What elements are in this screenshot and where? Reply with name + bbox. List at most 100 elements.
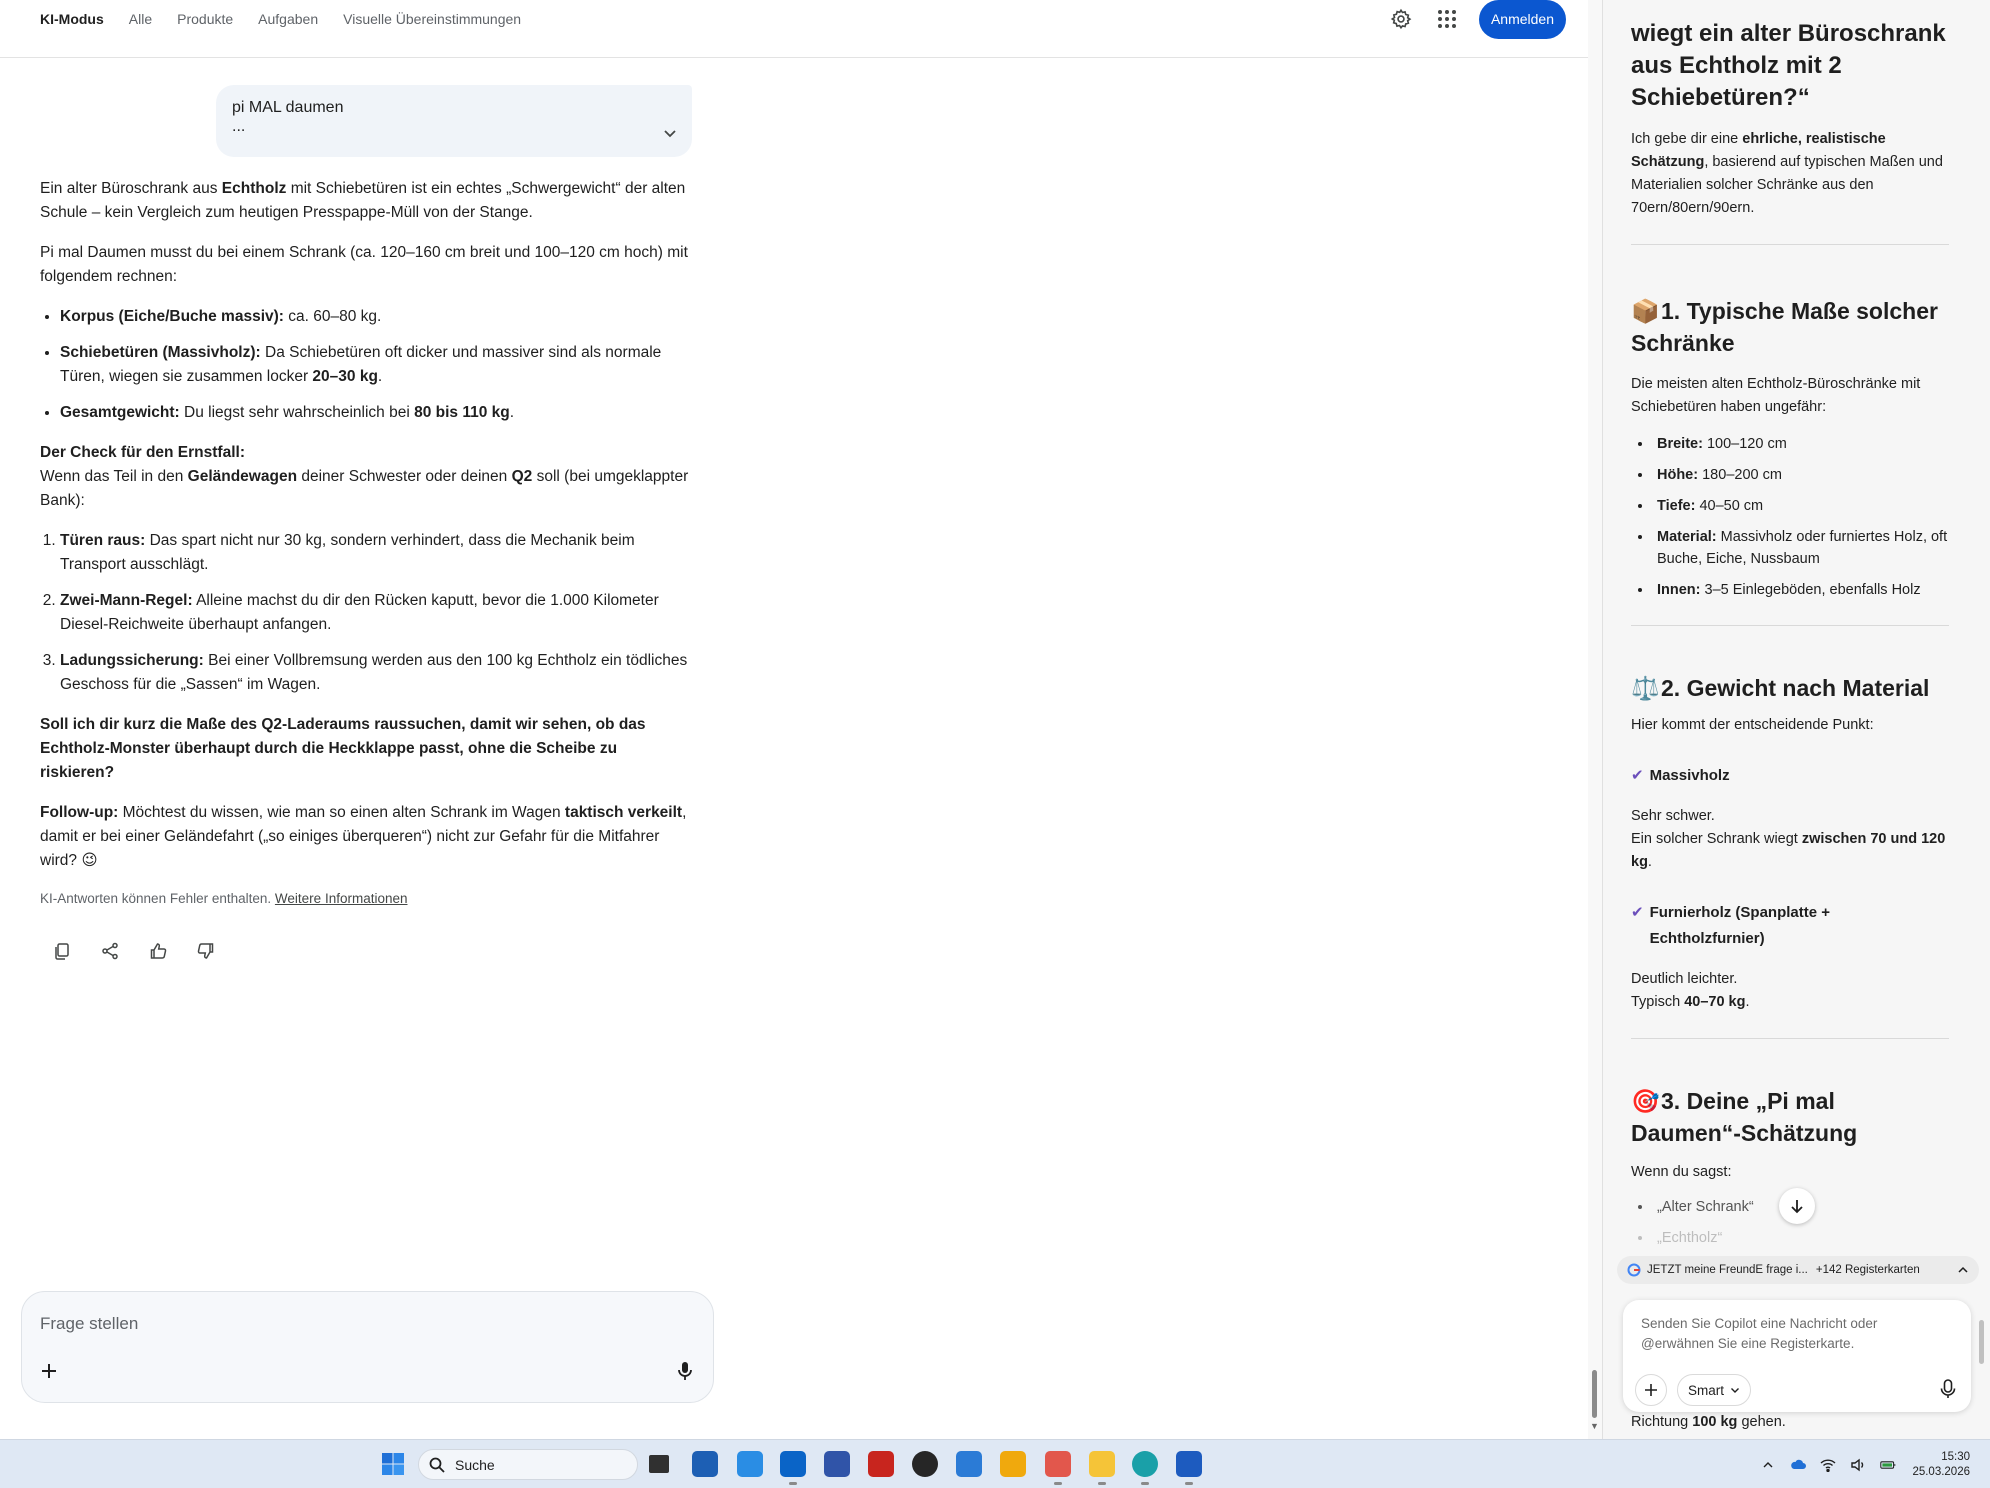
settings-button[interactable] xyxy=(1387,5,1415,33)
package-icon: 📦 xyxy=(1631,298,1660,324)
copilot-composer: Smart xyxy=(1623,1300,1971,1412)
add-attachment-button[interactable] xyxy=(38,1360,60,1387)
copilot-response-tail: Richtung 100 kg gehen. xyxy=(1631,1414,1786,1430)
battery-icon[interactable] xyxy=(1880,1457,1896,1473)
answer-followup: Follow-up: Möchtest du wissen, wie man s… xyxy=(40,804,687,869)
copilot-add-button[interactable] xyxy=(1635,1374,1667,1406)
filezilla-icon[interactable] xyxy=(868,1451,894,1477)
list-item: Tiefe: 40–50 cm xyxy=(1653,495,1949,517)
google-icon xyxy=(1627,1263,1641,1277)
thumbs-down-icon xyxy=(197,943,214,959)
gear-icon xyxy=(1390,8,1412,30)
tab-visuelle-uebereinstimmungen[interactable]: Visuelle Übereinstimmungen xyxy=(343,11,521,27)
check-title: Der Check für den Ernstfall: xyxy=(40,444,245,461)
user-message-bubble[interactable]: pi MAL daumen ... xyxy=(216,85,692,157)
thumbs-up-button[interactable] xyxy=(144,937,172,965)
copilot-side-panel: wiegt ein alter Büroschrank aus Echtholz… xyxy=(1602,0,1990,1439)
copy-icon xyxy=(55,943,69,960)
copilot-message-input[interactable] xyxy=(1641,1314,1951,1358)
wifi-icon[interactable] xyxy=(1820,1457,1836,1473)
divider xyxy=(1631,1038,1949,1039)
nav-tabs: KI-Modus Alle Produkte Aufgaben Visuelle… xyxy=(40,0,546,38)
app-grid-icon[interactable] xyxy=(956,1451,982,1477)
list-item: Innen: 3–5 Einlegeböden, ebenfalls Holz xyxy=(1653,579,1949,601)
taskbar-search-label: Suche xyxy=(455,1456,495,1473)
chevron-down-icon xyxy=(1731,1388,1740,1393)
material-title-furnierholz: ✔ Furnierholz (Spanplatte + Echtholzfurni… xyxy=(1631,900,1949,952)
list-item: Material: Massivholz oder furniertes Hol… xyxy=(1653,526,1949,570)
store-icon[interactable] xyxy=(692,1451,718,1477)
section-title-gewicht: ⚖️2. Gewicht nach Material xyxy=(1631,672,1949,704)
search-icon xyxy=(429,1457,445,1473)
scroll-to-bottom-button[interactable] xyxy=(1779,1188,1815,1224)
prompt-input[interactable] xyxy=(40,1314,640,1334)
edge-browser-icon[interactable] xyxy=(1132,1451,1158,1485)
voice-input-button[interactable] xyxy=(675,1360,695,1387)
taskview-icon[interactable] xyxy=(649,1455,669,1473)
user-message-text: pi MAL daumen xyxy=(232,99,344,116)
feedback-actions xyxy=(48,937,692,965)
check-icon: ✔ xyxy=(1631,904,1644,921)
clock-date: 25.03.2026 xyxy=(1912,1465,1970,1478)
signin-button[interactable]: Anmelden xyxy=(1478,0,1566,39)
divider xyxy=(1631,244,1949,245)
media-player-icon[interactable] xyxy=(912,1451,938,1477)
chevron-up-icon[interactable] xyxy=(1760,1457,1776,1473)
section-text: Hier kommt der entscheidende Punkt: xyxy=(1631,717,1874,733)
microphone-icon xyxy=(1940,1379,1956,1398)
sync-app-icon[interactable] xyxy=(737,1451,763,1477)
chevron-down-icon[interactable] xyxy=(662,125,678,141)
apps-button[interactable] xyxy=(1433,5,1461,33)
list-item: Korpus (Eiche/Buche massiv): ca. 60–80 k… xyxy=(60,305,692,329)
word-icon[interactable] xyxy=(1176,1451,1202,1485)
copilot-voice-button[interactable] xyxy=(1939,1378,1957,1405)
taskbar-search[interactable]: Suche xyxy=(418,1449,638,1480)
snipping-tool-icon[interactable] xyxy=(1045,1451,1071,1485)
section-title-masse: 📦1. Typische Maße solcher Schränke xyxy=(1631,295,1949,359)
share-button[interactable] xyxy=(96,937,124,965)
tab-chip-title: JETZT meine FreundE frage i... xyxy=(1647,1264,1808,1276)
copy-button[interactable] xyxy=(48,937,76,965)
side-scrollbar-thumb[interactable] xyxy=(1979,1320,1984,1364)
outlook-icon[interactable] xyxy=(780,1451,806,1485)
copilot-mode-dropdown[interactable]: Smart xyxy=(1677,1374,1752,1406)
more-info-link[interactable]: Weitere Informationen xyxy=(275,891,408,906)
tab-produkte[interactable]: Produkte xyxy=(177,11,233,27)
plus-icon xyxy=(42,1364,56,1378)
list-item: „Echtholz“ xyxy=(1653,1227,1949,1249)
divider xyxy=(1631,625,1949,626)
network-tool-icon[interactable] xyxy=(824,1451,850,1477)
tab-context-chip[interactable]: JETZT meine FreundE frage i... +142 Regi… xyxy=(1617,1256,1979,1284)
list-item: Höhe: 180–200 cm xyxy=(1653,464,1949,486)
copilot-intro: Ich gebe dir eine ehrliche, realistische… xyxy=(1631,131,1943,216)
tab-ki-modus[interactable]: KI-Modus xyxy=(40,11,104,27)
onedrive-icon[interactable] xyxy=(1790,1457,1807,1473)
arrow-down-icon xyxy=(1791,1200,1803,1214)
answer-intro: Ein alter Büroschrank aus Echtholz mit S… xyxy=(40,180,686,221)
file-explorer-icon[interactable] xyxy=(1089,1451,1115,1485)
user-message-more: ... xyxy=(232,118,246,135)
tab-chip-count: +142 Registerkarten xyxy=(1815,1264,1920,1276)
remote-app-icon[interactable] xyxy=(1000,1451,1026,1477)
ai-disclaimer: KI-Antworten können Fehler enthalten. We… xyxy=(40,891,408,906)
main-scrollbar-thumb[interactable] xyxy=(1592,1370,1597,1418)
windows-start-icon[interactable] xyxy=(381,1452,405,1476)
tab-alle[interactable]: Alle xyxy=(129,11,152,27)
thumbs-up-icon xyxy=(150,943,167,959)
material-text: Sehr schwer. Ein solcher Schrank wiegt zw… xyxy=(1631,808,1946,870)
list-item: Breite: 100–120 cm xyxy=(1653,433,1949,455)
system-clock[interactable]: 15:30 25.03.2026 xyxy=(1912,1450,1970,1480)
volume-icon[interactable] xyxy=(1850,1457,1866,1473)
scroll-down-arrow-icon[interactable]: ▼ xyxy=(1590,1421,1599,1431)
target-icon: 🎯 xyxy=(1631,1088,1660,1114)
section-text: Wenn du sagst: xyxy=(1631,1164,1732,1180)
tab-aufgaben[interactable]: Aufgaben xyxy=(258,11,318,27)
nav-actions: Anmelden xyxy=(1387,0,1566,39)
thumbs-down-button[interactable] xyxy=(192,937,220,965)
section-title-schaetzung: 🎯3. Deine „Pi mal Daumen“-Schätzung xyxy=(1631,1085,1949,1149)
answer-paragraph: Pi mal Daumen musst du bei einem Schrank… xyxy=(40,244,688,285)
chevron-up-icon[interactable] xyxy=(1957,1264,1969,1276)
clock-time: 15:30 xyxy=(1941,1450,1970,1463)
main-scrollbar[interactable]: ▼ xyxy=(1588,0,1602,1439)
list-item: Zwei-Mann-Regel: Alleine machst du dir d… xyxy=(60,589,692,637)
